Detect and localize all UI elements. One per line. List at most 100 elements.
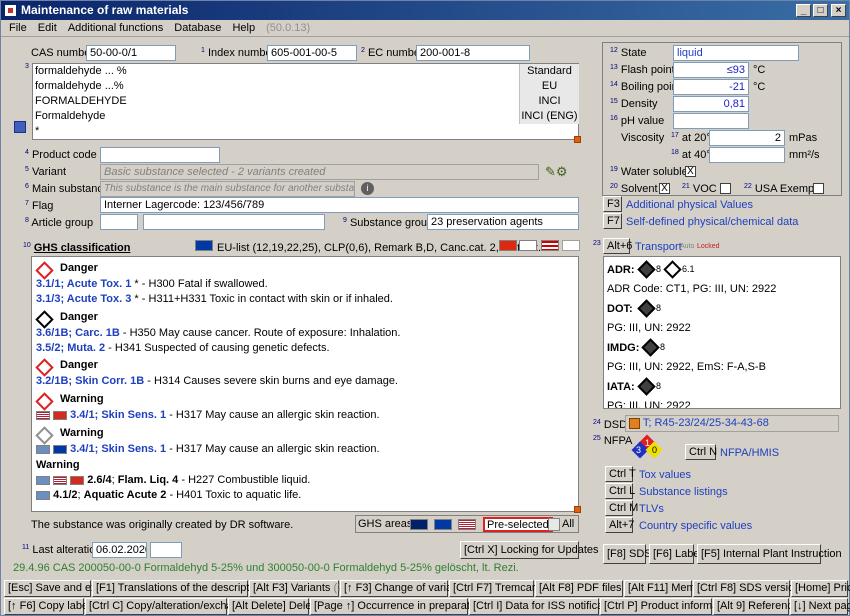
state-input[interactable]: liquid (673, 45, 799, 61)
self-defined-data-link[interactable]: Self-defined physical/chemical data (626, 216, 798, 228)
locking-updates-button[interactable]: [Ctrl X] Locking for Updates (460, 541, 599, 559)
substance-listings-link[interactable]: Substance listings (639, 486, 728, 498)
usa-exempt-checkbox[interactable] (813, 183, 824, 194)
label-button[interactable]: [F6] Label (649, 544, 702, 564)
density-input[interactable]: 0,81 (673, 96, 749, 112)
sds-versions-button[interactable]: [Ctrl F8] SDS versions (693, 580, 806, 597)
all-button[interactable]: All (562, 518, 574, 530)
listings-key-button[interactable]: Ctrl L (605, 483, 635, 499)
main-substance-input[interactable]: This substance is the main substance for… (100, 181, 355, 197)
flag-input[interactable]: Interner Lagercode: 123/456/789 (100, 197, 579, 213)
variants-button[interactable]: [Alt F3] Variants (2) (249, 580, 347, 597)
menu-file[interactable]: File (9, 22, 27, 34)
name-row[interactable]: formaldehyde ... % Standard (33, 64, 579, 79)
eu-flag-icon (195, 240, 213, 251)
copy-label-button[interactable]: [↑ F6] Copy label (4, 598, 91, 615)
name-row[interactable]: FORMALDEHYDEINCI (general) (33, 94, 579, 122)
tox-key-button[interactable]: Ctrl T (605, 466, 636, 482)
occurrence-button[interactable]: [Page ↑] Occurrence in preparations (310, 598, 490, 615)
china-flag-icon[interactable] (499, 240, 517, 251)
names-table[interactable]: formaldehyde ... % Standard formaldehyde … (32, 63, 579, 140)
japan-flag-icon[interactable] (562, 240, 580, 251)
iss-notification-button[interactable]: [Ctrl I] Data for ISS notification (469, 598, 621, 615)
delete-button[interactable]: [Alt Delete] Delete (228, 598, 321, 615)
ghs-expand-icon[interactable] (574, 506, 581, 513)
index-number-input[interactable]: 605-001-00-5 (267, 45, 357, 61)
voc-checkbox[interactable] (720, 183, 731, 194)
ph-input[interactable] (673, 113, 749, 129)
country-key-button[interactable]: Alt+7 (605, 517, 634, 533)
menu-edit[interactable]: Edit (38, 22, 57, 34)
internal-plant-instruction-button[interactable]: [F5] Internal Plant Instruction (697, 544, 842, 564)
dsd-field[interactable]: T; R45-23/24/25-34-43-68 (625, 415, 839, 432)
grid-icon[interactable] (548, 518, 560, 531)
menu-database[interactable]: Database (174, 22, 221, 34)
substance-groups-input[interactable]: 23 preservation agents (427, 214, 579, 230)
tlvs-link[interactable]: TLVs (639, 503, 664, 515)
close-button[interactable]: × (831, 4, 846, 17)
eu-flag-icon[interactable] (434, 519, 452, 530)
f7-key-button[interactable]: F7 (603, 213, 622, 229)
product-information-button[interactable]: [Ctrl P] Product information (600, 598, 736, 615)
copy-alteration-button[interactable]: [Ctrl C] Copy/alteration/exchange (85, 598, 251, 615)
menu-help[interactable]: Help (232, 22, 255, 34)
translate-icon[interactable] (14, 121, 26, 133)
memo-button[interactable]: [Alt F11] Memo (624, 580, 702, 597)
minimize-button[interactable]: _ (796, 4, 811, 17)
price-button[interactable]: [Home] Price (791, 580, 850, 597)
preselected-button[interactable]: Pre-selected (483, 517, 553, 532)
next-page-button[interactable]: [↓] Next page (790, 598, 850, 615)
last-alteration-user[interactable] (150, 542, 182, 558)
country-values-link[interactable]: Country specific values (639, 520, 752, 532)
dot-label: DOT: (607, 303, 633, 315)
flag-label: 7 Flag (25, 200, 54, 212)
sds-button[interactable]: [F8] SDS (603, 544, 652, 564)
translations-button[interactable]: [F1] Translations of the descriptions (92, 580, 270, 597)
adr-class2: 6.1 (682, 264, 695, 274)
solvent-checkbox[interactable]: X (659, 183, 670, 194)
water-soluble-checkbox[interactable]: X (685, 166, 696, 177)
pdf-files-button[interactable]: [Alt F8] PDF files (-) (535, 580, 636, 597)
korea-flag-icon[interactable] (519, 240, 537, 251)
tremcard-button[interactable]: [Ctrl F7] Tremcard (449, 580, 542, 597)
malaysia-flag-icon[interactable] (541, 240, 559, 251)
f3-key-button[interactable]: F3 (603, 196, 622, 212)
tox-values-link[interactable]: Tox values (639, 469, 691, 481)
info-icon[interactable]: i (361, 182, 374, 195)
usa-exempt-label: 22 USA Exempt (744, 183, 818, 195)
ghs-header[interactable]: 10 GHS classification (23, 242, 130, 254)
last-alteration-date[interactable]: 06.02.2020 (92, 542, 147, 558)
change-variant-button[interactable]: [↑ F3] Change of variant (340, 580, 461, 597)
product-code-input[interactable] (100, 147, 220, 163)
transport-link[interactable]: Transport (635, 241, 682, 253)
ec-number-input[interactable]: 200-001-8 (416, 45, 530, 61)
name-row[interactable]: Formaldehyde INCI (ENG) (33, 109, 579, 124)
boiling-point-input[interactable]: -21 (673, 79, 749, 95)
name-row[interactable]: * (33, 124, 579, 139)
tlv-key-button[interactable]: Ctrl M (605, 500, 638, 516)
uk-flag-icon[interactable] (410, 519, 428, 530)
visc20-input[interactable]: 2 (709, 130, 785, 146)
flash-point-input[interactable]: ≤93 (673, 62, 749, 78)
article-group-input[interactable] (143, 214, 325, 230)
ghs-pane[interactable]: Danger 3.1/1; Acute Tox. 1 * - H300 Fata… (31, 256, 579, 512)
maximize-button[interactable]: □ (813, 4, 828, 17)
visc40-input[interactable] (709, 147, 785, 163)
us-flag-icon[interactable] (458, 519, 476, 530)
variant-input[interactable]: Basic substance selected - 2 variants cr… (100, 164, 539, 180)
transport-key-button[interactable]: Alt+6 (603, 238, 632, 254)
expand-icon[interactable] (574, 136, 581, 143)
menu-additional-functions[interactable]: Additional functions (68, 22, 163, 34)
variant-tools-icon[interactable]: ✎⚙ (545, 164, 577, 180)
nfpa-key-button[interactable]: Ctrl N (685, 444, 717, 460)
density-label: 15 Density (610, 98, 658, 110)
region-flag-icon (36, 475, 50, 485)
nfpa-hmis-link[interactable]: NFPA/HMIS (720, 447, 779, 459)
name-row[interactable]: formaldehyde ...% EU (33, 79, 579, 94)
additional-physical-values-link[interactable]: Additional physical Values (626, 199, 753, 211)
reference-button[interactable]: [Alt 9] Reference (713, 598, 799, 615)
transport-pane[interactable]: ADR: 8 6.1 ADR Code: CT1, PG: III, UN: 2… (603, 256, 841, 409)
article-group-code-input[interactable] (100, 214, 138, 230)
cas-input[interactable]: 50-00-0/1 (86, 45, 176, 61)
save-exit-button[interactable]: [Esc] Save and exit (4, 580, 102, 597)
